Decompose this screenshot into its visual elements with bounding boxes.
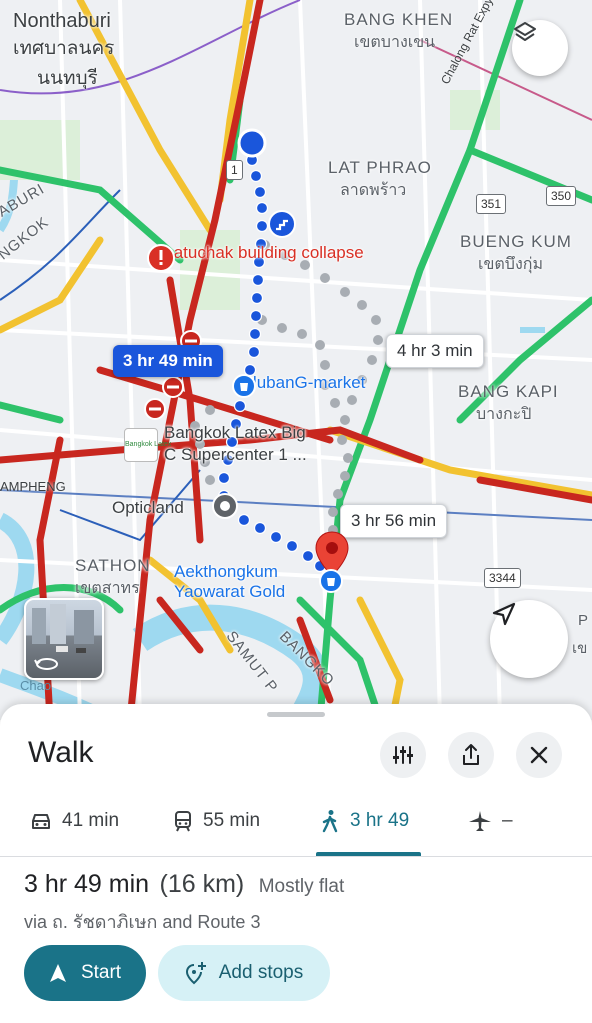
route-label-alt-1[interactable]: 4 hr 3 min <box>386 334 484 368</box>
shopping-pin-icon <box>232 374 256 398</box>
divider <box>0 856 592 857</box>
route-label-alt-2[interactable]: 3 hr 56 min <box>340 504 448 538</box>
incident-label: Chatuchak building collapse <box>152 243 364 262</box>
navigation-arrow-icon <box>492 602 516 626</box>
navigation-icon <box>49 964 66 982</box>
walk-icon <box>322 810 338 833</box>
route-summary: 3 hr 49 min (16 km) Mostly flat <box>24 870 344 899</box>
add-stops-button[interactable]: Add stops <box>158 945 330 1001</box>
mode-tab-drive[interactable]: 41 min <box>30 808 119 834</box>
poi-latex-logo: Bangkok Latex <box>124 428 171 462</box>
mode-tab-transit[interactable]: 55 min <box>173 808 260 834</box>
road-shield-350: 350 <box>546 186 577 206</box>
route-via: via ถ. รัชดาภิเษก and Route 3 <box>24 912 261 932</box>
mode-tab-flight-label: – <box>502 810 513 831</box>
poi-aekthongkum-line1: Aekthongkum <box>174 562 278 581</box>
close-icon <box>530 746 548 764</box>
district-lat-phrao-en: LAT PHRAO <box>328 158 432 177</box>
poi-aekthongkum-line2: Yaowarat Gold <box>174 582 286 601</box>
sheet-title: Walk <box>28 736 94 769</box>
district-bang-khen-th: เขตบางเขน <box>354 34 436 51</box>
drag-handle[interactable] <box>267 712 325 717</box>
mode-tab-walk[interactable]: 3 hr 49 <box>320 808 409 834</box>
route-options-button[interactable] <box>380 732 426 778</box>
district-sathon-en: SATHON <box>75 556 151 575</box>
poi-jiduban[interactable]: JidubanG-market <box>231 373 365 398</box>
district-bueng-kum-en: BUENG KUM <box>460 232 572 251</box>
district-nonthaburi-th2: นนทบุรี <box>37 68 98 89</box>
district-bang-khen: BANG KHEN เขตบางเขน <box>344 10 453 55</box>
edge-label-ampheng: AMPHENG <box>0 479 66 494</box>
start-button[interactable]: Start <box>24 945 146 1001</box>
road-shield-3344: 3344 <box>484 568 521 588</box>
route-terrain: Mostly flat <box>258 876 345 897</box>
district-bang-kapi-en: BANG KAPI <box>458 382 559 401</box>
close-button[interactable] <box>516 732 562 778</box>
poi-opticland-label[interactable]: Opticland <box>112 498 184 518</box>
district-nonthaburi-en: Nonthaburi <box>13 10 111 32</box>
layers-button[interactable] <box>512 20 568 76</box>
directions-sheet: Walk 41 min 55 min 3 hr 49 – 3 hr 49 min… <box>0 704 592 1023</box>
my-location-button[interactable] <box>490 600 568 678</box>
district-lat-phrao-th: ลาดพร้าว <box>340 182 407 199</box>
road-shield-351: 351 <box>476 194 507 214</box>
poi-aekthongkum[interactable]: Aekthongkum Yaowarat Gold <box>174 562 285 602</box>
start-button-label: Start <box>80 962 122 983</box>
edge-label-p: P <box>578 612 590 629</box>
incident-alert-icon <box>147 244 175 272</box>
district-bang-khen-en: BANG KHEN <box>344 10 454 29</box>
incident-marker[interactable]: Chatuchak building collapse <box>146 243 364 272</box>
car-icon <box>32 814 50 829</box>
route-distance: (16 km) <box>159 870 245 898</box>
mode-tab-walk-label: 3 hr 49 <box>350 810 410 831</box>
layers-icon <box>514 22 536 41</box>
poi-latex-line2: C Supercenter 1 ... <box>164 445 307 464</box>
share-button[interactable] <box>448 732 494 778</box>
district-sathon: SATHON เขตสาทร <box>75 556 151 601</box>
map-view[interactable]: 1 351 350 3344 Nonthaburi เทศบาลนคร นนทบ… <box>0 0 592 720</box>
district-lat-phrao: LAT PHRAO ลาดพร้าว <box>328 158 432 203</box>
poi-latex-line1: Bangkok Latex Big <box>164 423 306 442</box>
road-closure-icon <box>144 398 166 420</box>
road-shield-1: 1 <box>226 160 243 180</box>
destination-shop-icon <box>319 569 343 593</box>
origin-marker <box>237 128 267 158</box>
district-bueng-kum-th: เขตบึงกุ่ม <box>478 256 543 273</box>
flight-icon <box>469 811 491 831</box>
route-duration: 3 hr 49 min <box>24 870 150 898</box>
mode-tab-flight[interactable]: – <box>468 808 513 834</box>
waypoint-icon[interactable] <box>210 491 240 521</box>
mode-tab-transit-label: 55 min <box>203 810 261 831</box>
transit-icon <box>175 811 191 832</box>
transit-station-icon[interactable] <box>268 210 296 238</box>
edge-label-chao: Chao <box>20 678 52 693</box>
district-nonthaburi-th: เทศบาลนคร <box>13 38 115 59</box>
add-stops-button-label: Add stops <box>218 962 304 983</box>
district-bueng-kum: BUENG KUM เขตบึงกุ่ม <box>460 232 572 277</box>
district-bang-kapi: BANG KAPI บางกะปิ <box>458 382 559 427</box>
share-icon <box>463 744 479 765</box>
add-location-icon <box>185 962 206 985</box>
rotate-360-icon <box>34 658 58 670</box>
district-bang-kapi-th: บางกะปิ <box>476 406 532 423</box>
route-label-primary[interactable]: 3 hr 49 min <box>113 345 223 377</box>
district-nonthaburi: Nonthaburi เทศบาลนคร นนทบุรี <box>13 10 114 93</box>
tune-icon <box>393 746 413 764</box>
road-closure-icon <box>162 376 184 398</box>
street-view-thumbnail[interactable] <box>24 598 104 680</box>
mode-tab-drive-label: 41 min <box>62 810 120 831</box>
edge-label-khe: เข <box>572 640 588 657</box>
